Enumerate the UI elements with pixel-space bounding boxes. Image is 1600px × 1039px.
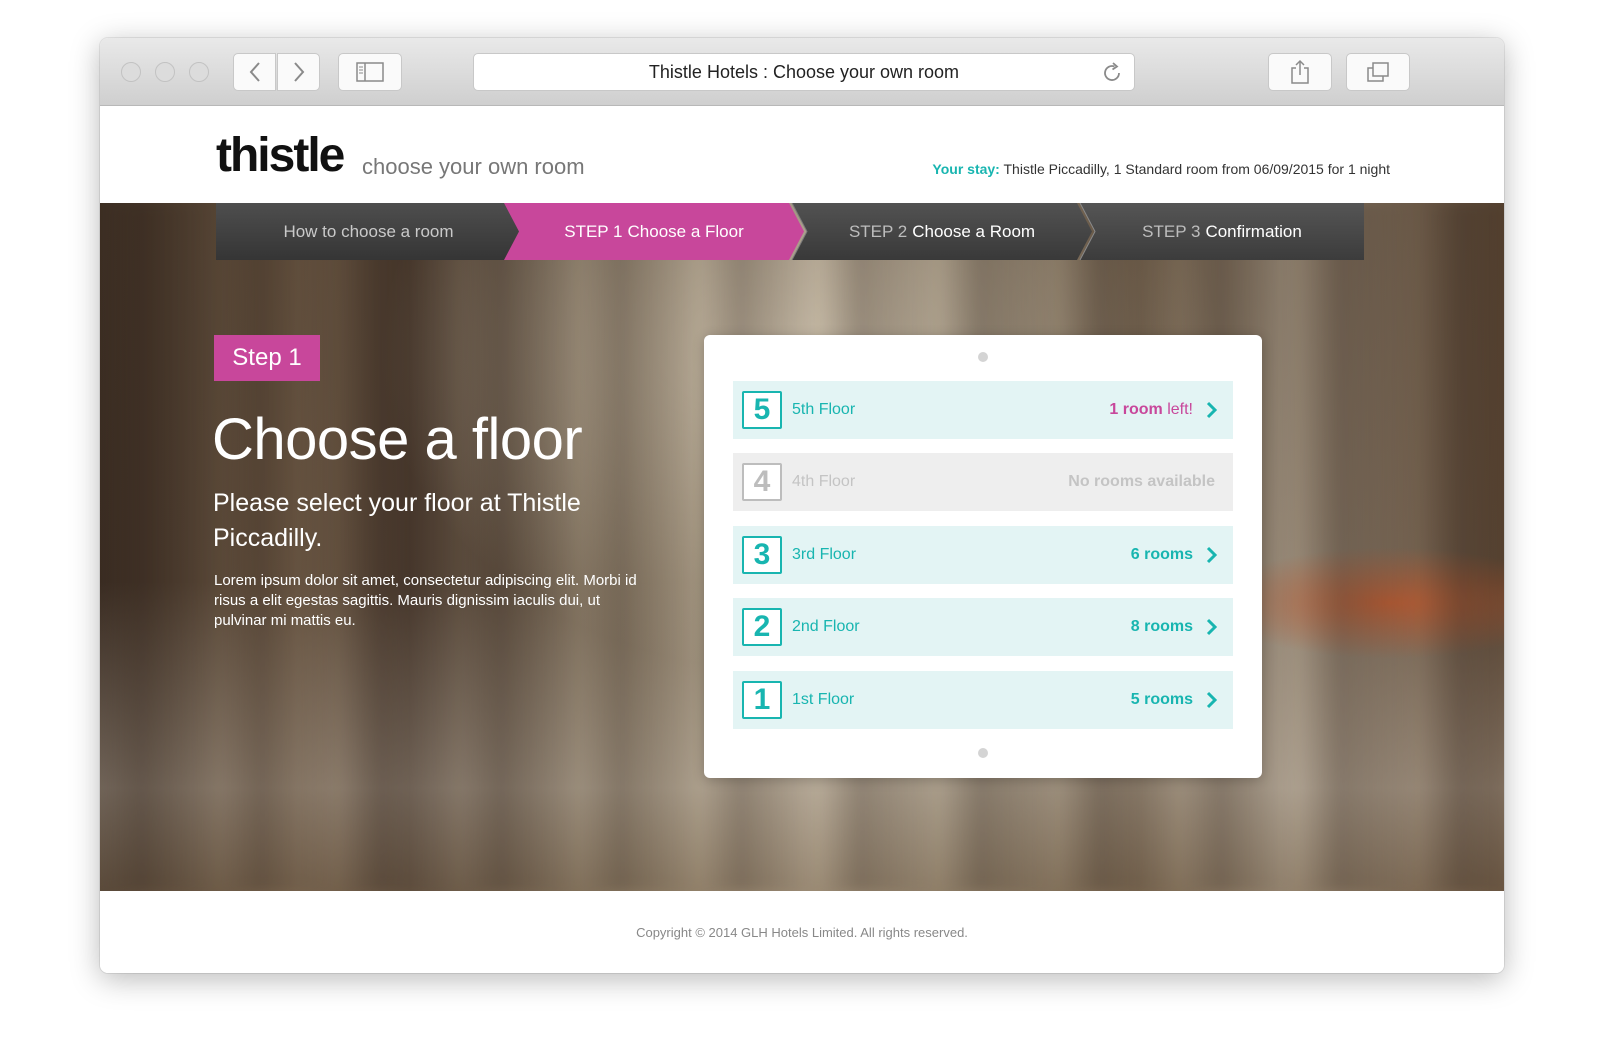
chevron-right-icon bbox=[1206, 401, 1218, 419]
page-title: Choose a floor bbox=[212, 407, 583, 472]
sidebar-icon bbox=[356, 62, 384, 82]
chevron-right-icon bbox=[1206, 546, 1218, 564]
sidebar-toggle-button[interactable] bbox=[338, 53, 402, 91]
browser-window: Thistle Hotels : Choose your own room th… bbox=[100, 38, 1504, 973]
stay-details: Thistle Piccadilly, 1 Standard room from… bbox=[1003, 161, 1391, 177]
floor-availability: 5 rooms bbox=[1130, 691, 1193, 708]
site-header: thistle choose your own room Your stay: … bbox=[100, 106, 1504, 203]
floor-name: 1st Floor bbox=[792, 691, 855, 708]
step-how-to-choose[interactable]: How to choose a room bbox=[216, 203, 521, 260]
zoom-window-button[interactable] bbox=[189, 62, 209, 82]
step-label: How to choose a room bbox=[283, 221, 454, 241]
minimize-window-button[interactable] bbox=[155, 62, 175, 82]
chevron-right-icon bbox=[293, 62, 304, 82]
floor-number: 2 bbox=[742, 608, 782, 646]
tabs-button[interactable] bbox=[1346, 53, 1410, 91]
page-subtitle: Please select your floor at Thistle Picc… bbox=[213, 489, 581, 552]
stay-label: Your stay: bbox=[932, 161, 1000, 177]
thistle-logo[interactable]: thistle bbox=[216, 128, 345, 183]
step-choose-floor[interactable]: STEP 1 Choose a Floor bbox=[504, 203, 804, 260]
step-label: Choose a Floor bbox=[627, 221, 744, 241]
floor-availability: 1 room left! bbox=[1109, 401, 1193, 418]
floor-number: 3 bbox=[742, 536, 782, 574]
chevron-right-icon bbox=[1206, 691, 1218, 709]
step-label: Choose a Room bbox=[912, 221, 1036, 241]
floor-availability: No rooms available bbox=[1068, 473, 1215, 490]
step-divider bbox=[791, 203, 808, 260]
floor-row-5[interactable]: 5 5th Floor 1 room left! bbox=[733, 381, 1233, 439]
step-navigation: How to choose a room STEP 1 Choose a Flo… bbox=[216, 203, 1364, 260]
floor-availability: 6 rooms bbox=[1130, 546, 1193, 563]
close-window-button[interactable] bbox=[121, 62, 141, 82]
floor-row-2[interactable]: 2 2nd Floor 8 rooms bbox=[733, 598, 1233, 656]
floor-name: 2nd Floor bbox=[792, 618, 860, 635]
floor-availability: 8 rooms bbox=[1130, 618, 1193, 635]
forward-button[interactable] bbox=[277, 53, 320, 91]
step-label: Confirmation bbox=[1205, 221, 1302, 241]
floor-selector-card: 5 5th Floor 1 room left! 4 4th Floor No … bbox=[704, 335, 1262, 778]
floor-row-3[interactable]: 3 3rd Floor 6 rooms bbox=[733, 526, 1233, 584]
page-title-text: Thistle Hotels : Choose your own room bbox=[648, 61, 960, 82]
share-icon bbox=[1291, 59, 1309, 84]
floor-name: 4th Floor bbox=[792, 473, 856, 490]
step-confirmation[interactable]: STEP 3 Confirmation bbox=[1080, 203, 1364, 260]
floor-number: 5 bbox=[742, 391, 782, 429]
tagline: choose your own room bbox=[362, 154, 585, 179]
step-prefix: STEP 2 bbox=[848, 221, 908, 241]
step-divider bbox=[1079, 203, 1096, 260]
step-prefix: STEP 3 bbox=[1142, 221, 1201, 241]
chevron-right-icon bbox=[1206, 618, 1218, 636]
floor-number: 4 bbox=[742, 463, 782, 501]
floor-name: 5th Floor bbox=[792, 401, 856, 418]
step-choose-room[interactable]: STEP 2 Choose a Room bbox=[792, 203, 1092, 260]
floor-row-1[interactable]: 1 1st Floor 5 rooms bbox=[733, 671, 1233, 729]
site-footer: Copyright © 2014 GLH Hotels Limited. All… bbox=[100, 891, 1504, 973]
browser-toolbar: Thistle Hotels : Choose your own room bbox=[100, 38, 1504, 106]
step-prefix: STEP 1 bbox=[564, 221, 623, 241]
share-button[interactable] bbox=[1268, 53, 1332, 91]
address-bar[interactable]: Thistle Hotels : Choose your own room bbox=[473, 53, 1135, 91]
copyright-text: Copyright © 2014 GLH Hotels Limited. All… bbox=[636, 924, 968, 940]
back-button[interactable] bbox=[233, 53, 276, 91]
chevron-left-icon bbox=[249, 62, 260, 82]
floor-number: 1 bbox=[742, 681, 782, 719]
floor-row-4: 4 4th Floor No rooms available bbox=[733, 453, 1233, 511]
scroll-up-indicator[interactable] bbox=[978, 352, 988, 362]
scroll-down-indicator[interactable] bbox=[978, 748, 988, 758]
step-badge: Step 1 bbox=[214, 335, 320, 381]
page-description: Lorem ipsum dolor sit amet, consectetur … bbox=[214, 572, 637, 629]
reload-icon[interactable] bbox=[1100, 61, 1124, 85]
stay-summary: Your stay: Thistle Piccadilly, 1 Standar… bbox=[932, 161, 1390, 177]
floor-name: 3rd Floor bbox=[792, 546, 857, 563]
tabs-icon bbox=[1367, 62, 1389, 82]
